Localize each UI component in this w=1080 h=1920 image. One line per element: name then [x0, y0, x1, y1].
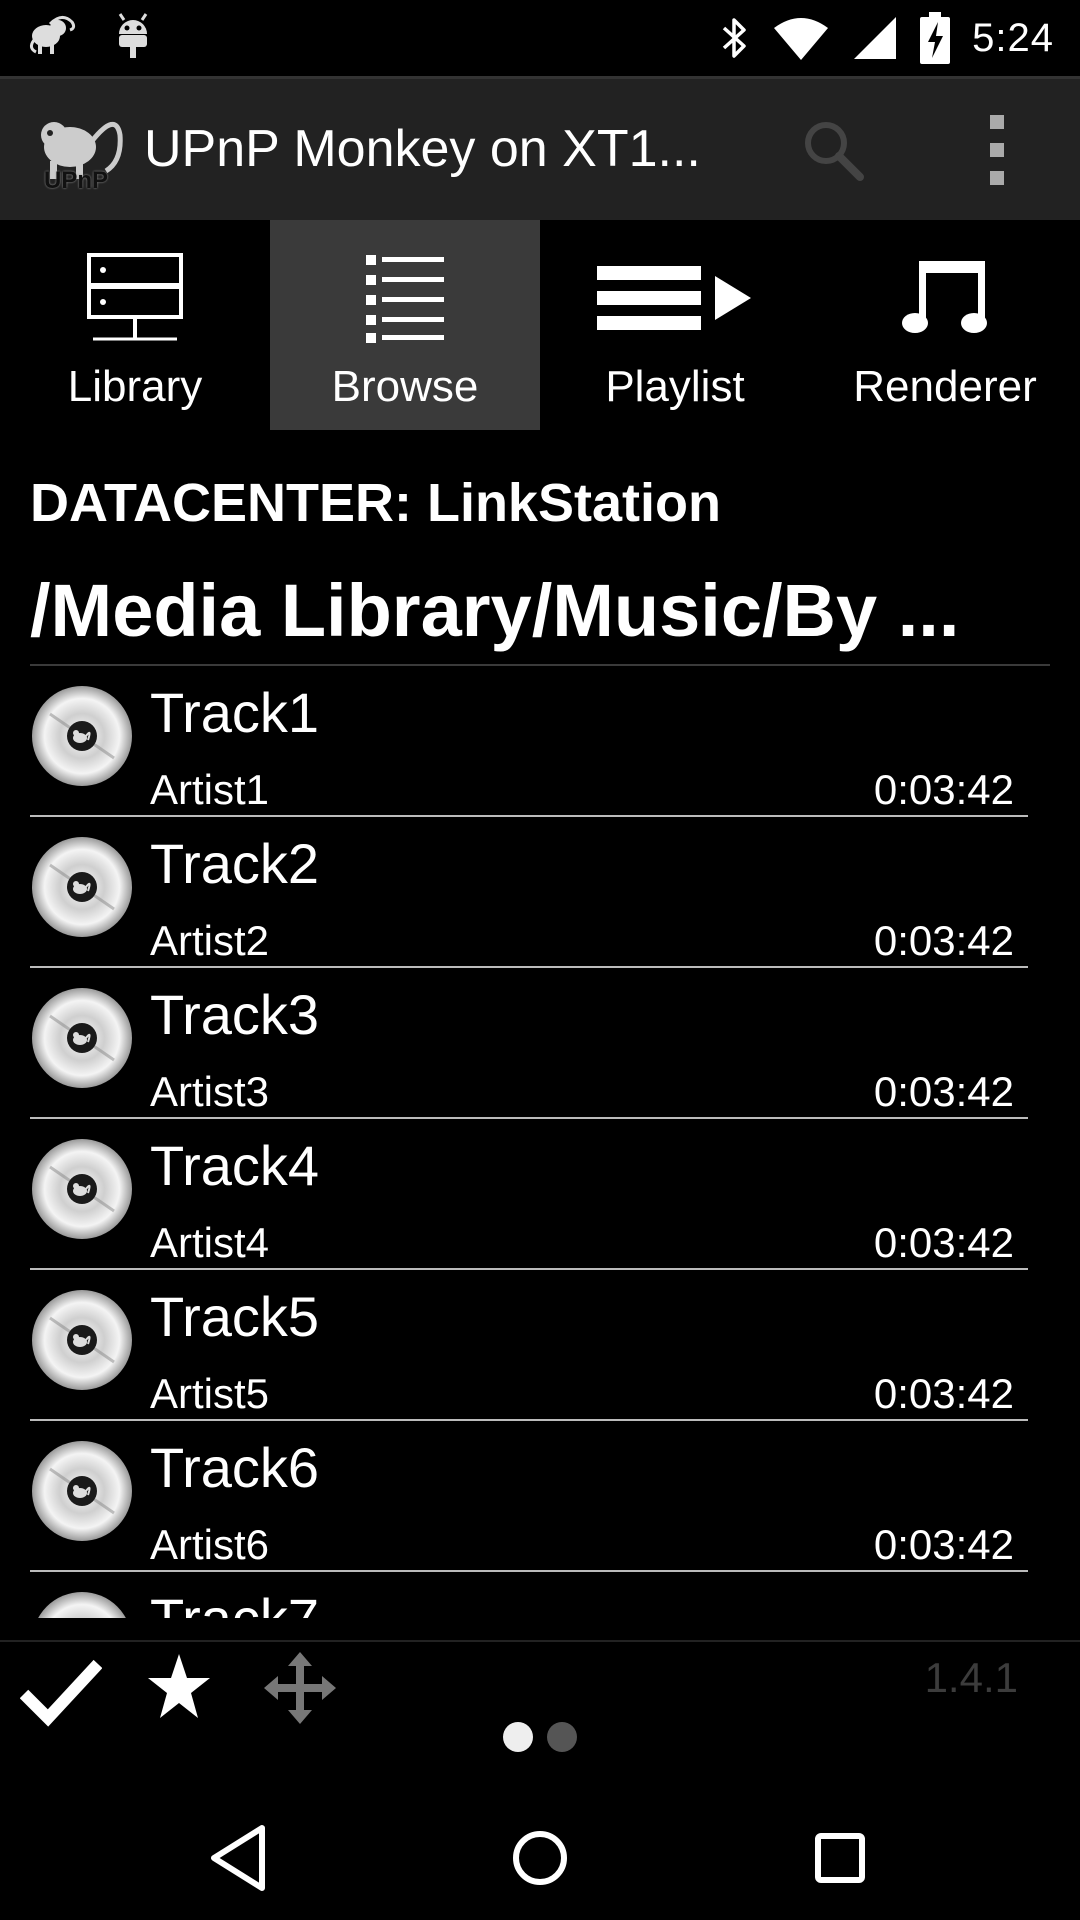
- tab-playlist[interactable]: Playlist: [540, 220, 810, 430]
- track-duration: 0:03:42: [873, 766, 1014, 813]
- server-name: DATACENTER: LinkStation: [30, 473, 721, 533]
- track-title: Track5: [150, 1285, 320, 1348]
- tab-browse[interactable]: Browse: [270, 220, 540, 430]
- cell-signal-icon: [854, 17, 897, 59]
- app-logo[interactable]: UPnP: [36, 101, 132, 201]
- track-row[interactable]: Track3 Artist3 0:03:42: [0, 968, 1080, 1119]
- track-row[interactable]: Track2 Artist2 0:03:42: [0, 817, 1080, 968]
- track-artist: Artist3: [150, 1068, 270, 1115]
- track-duration: 0:03:42: [873, 1219, 1014, 1266]
- track-list[interactable]: Track1 Artist1 0:03:42 Track2 Artist2 0:03:42…: [0, 666, 1080, 1618]
- disc-icon: [30, 1137, 134, 1241]
- track-artist: Artist5: [150, 1370, 270, 1417]
- tab-label: Renderer: [853, 362, 1037, 411]
- disc-icon: [30, 1439, 134, 1543]
- disc-icon: [30, 835, 134, 939]
- track-row[interactable]: Track4 Artist4 0:03:42: [0, 1119, 1080, 1270]
- disc-icon: [30, 1288, 134, 1392]
- tab-label: Library: [67, 362, 203, 411]
- track-duration: 0:03:42: [873, 1521, 1014, 1568]
- track-row[interactable]: Track1 Artist1 0:03:42: [0, 666, 1080, 817]
- disc-icon: [30, 986, 134, 1090]
- overflow-menu-button[interactable]: [980, 115, 1014, 185]
- tab-label: Browse: [331, 362, 479, 411]
- favorite-button[interactable]: [146, 1652, 212, 1722]
- page-dot-2[interactable]: [547, 1722, 577, 1752]
- wifi-icon: [774, 18, 829, 60]
- track-row[interactable]: Track7: [0, 1572, 1080, 1618]
- tab-label: Playlist: [605, 362, 745, 411]
- battery-charging-icon: [920, 12, 951, 64]
- home-button[interactable]: [500, 1818, 580, 1898]
- check-icon: [19, 1659, 103, 1727]
- recents-icon: [815, 1833, 865, 1883]
- page-indicator: [0, 1722, 1080, 1754]
- back-icon: [211, 1825, 265, 1891]
- tab-renderer[interactable]: Renderer: [810, 220, 1080, 430]
- playlist-play-icon: [597, 266, 751, 330]
- bottom-toolbar: 1.4.1: [0, 1640, 1080, 1732]
- disc-icon: [30, 684, 134, 788]
- track-title: Track1: [150, 681, 320, 744]
- overflow-dot: [990, 115, 1004, 129]
- track-title: Track6: [150, 1436, 320, 1499]
- track-row[interactable]: Track5 Artist5 0:03:42: [0, 1270, 1080, 1421]
- list-icon: [366, 255, 444, 343]
- home-icon: [513, 1831, 567, 1885]
- server-icon: [87, 253, 183, 341]
- app-title: UPnP Monkey on XT1...: [144, 120, 701, 178]
- tab-library[interactable]: Library: [0, 220, 270, 430]
- recents-button[interactable]: [800, 1818, 880, 1898]
- disc-icon: [30, 1590, 134, 1618]
- track-duration: 0:03:42: [873, 1370, 1014, 1417]
- track-artist: Artist6: [150, 1521, 270, 1568]
- track-title: Track7: [150, 1586, 319, 1618]
- move-icon: [264, 1652, 336, 1724]
- track-row[interactable]: Track6 Artist6 0:03:42: [0, 1421, 1080, 1572]
- track-title: Track3: [150, 983, 320, 1046]
- track-title: Track4: [150, 1134, 320, 1197]
- track-title: Track2: [150, 832, 320, 895]
- monkey-notification-icon: [29, 16, 76, 54]
- tab-bar: Library Browse Playlist Renderer: [0, 220, 1080, 430]
- navigation-bar: [0, 1790, 1080, 1920]
- search-button[interactable]: [798, 115, 868, 185]
- track-duration: 0:03:42: [873, 917, 1014, 964]
- browse-path: /Media Library/Music/By ...: [30, 569, 960, 652]
- back-button[interactable]: [200, 1818, 280, 1898]
- track-artist: Artist4: [150, 1219, 270, 1266]
- star-icon: [148, 1654, 210, 1718]
- status-time: 5:24: [972, 15, 1054, 60]
- version-label: 1.4.1: [924, 1654, 1018, 1701]
- overflow-dot: [990, 171, 1004, 185]
- status-bar: 5:24: [0, 0, 1080, 76]
- select-button[interactable]: [19, 1652, 103, 1732]
- track-duration: 0:03:42: [873, 1068, 1014, 1115]
- track-artist: Artist2: [150, 917, 270, 964]
- action-bar: UPnP UPnP Monkey on XT1...: [0, 76, 1080, 220]
- search-icon: [805, 122, 864, 181]
- move-button[interactable]: [262, 1650, 338, 1726]
- app-logo-text: UPnP: [44, 167, 109, 194]
- overflow-dot: [990, 143, 1004, 157]
- android-notification-icon: [118, 13, 148, 58]
- bluetooth-icon: [722, 18, 746, 58]
- track-artist: Artist1: [150, 766, 270, 813]
- music-note-icon: [902, 261, 987, 333]
- page-dot-1[interactable]: [503, 1722, 533, 1752]
